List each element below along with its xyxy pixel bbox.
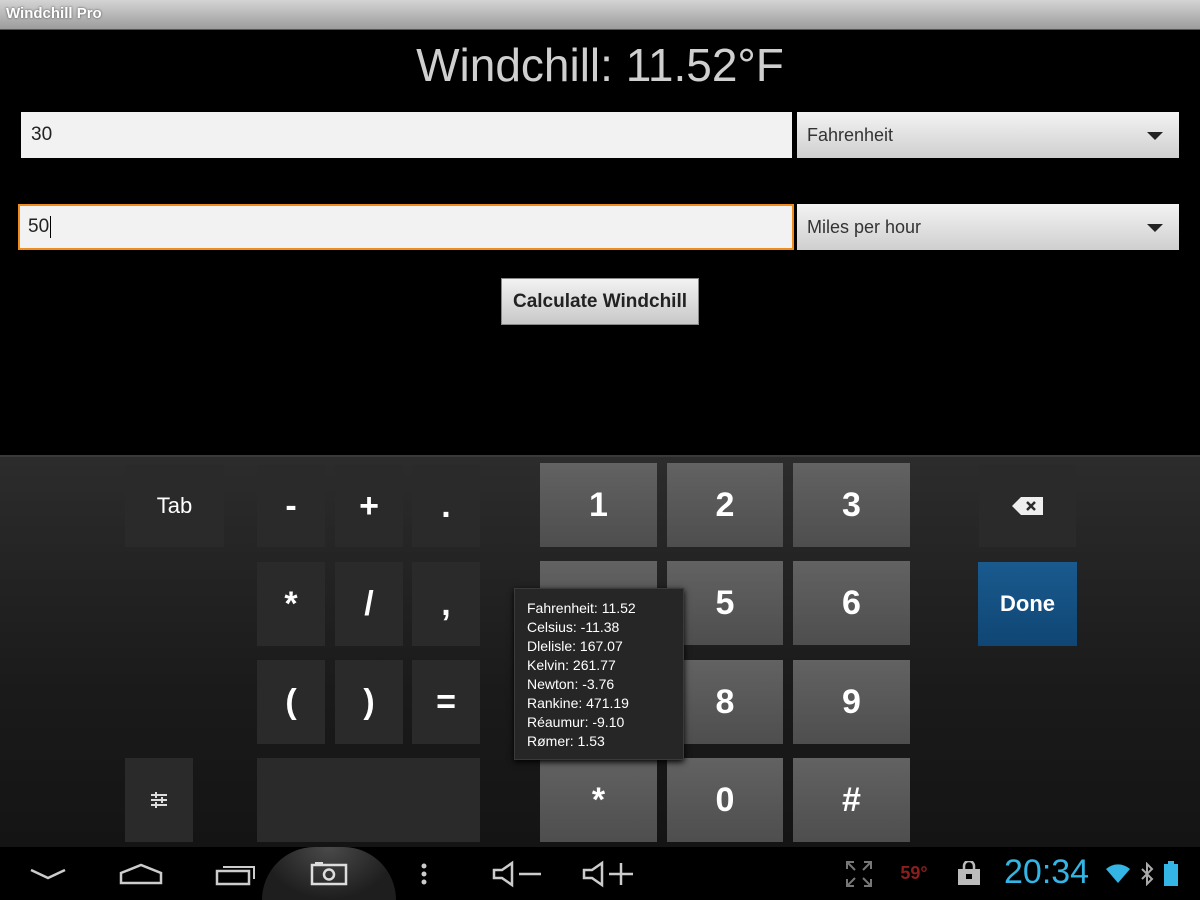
comma-key-label: , [441, 584, 451, 623]
tab-key[interactable]: Tab [125, 465, 224, 547]
digit-9-label: 9 [842, 682, 861, 721]
dot-key[interactable]: . [412, 465, 480, 547]
dropdown-arrow-icon [1147, 132, 1163, 140]
popup-line: Newton: -3.76 [527, 676, 615, 692]
volume-down-button[interactable] [488, 847, 546, 900]
multiply-key[interactable]: * [257, 562, 325, 646]
hash-key-label: # [842, 780, 861, 819]
digit-6-key[interactable]: 6 [793, 561, 910, 645]
conversion-popup: Fahrenheit: 11.52 Celsius: -11.38 Dlelis… [514, 588, 684, 760]
comma-key[interactable]: , [412, 562, 480, 646]
left-paren-key[interactable]: ( [257, 660, 325, 744]
backspace-key[interactable] [979, 465, 1076, 547]
menu-icon [421, 863, 427, 884]
equals-key-label: = [436, 682, 456, 721]
popup-line: Celsius: -11.38 [527, 619, 620, 635]
battery-status [1160, 847, 1182, 900]
volume-down-icon [492, 860, 541, 887]
digit-0-key[interactable]: 0 [667, 758, 783, 842]
text-caret [50, 216, 52, 238]
temperature-unit-select[interactable]: Fahrenheit [797, 112, 1179, 158]
popup-line: Rankine: 471.19 [527, 695, 629, 711]
digit-3-label: 3 [842, 485, 861, 524]
popup-line: Dlelisle: 167.07 [527, 638, 623, 654]
temperature-input[interactable]: 30 [21, 112, 792, 158]
bluetooth-icon [1141, 861, 1154, 886]
plus-key[interactable]: + [335, 465, 403, 547]
digit-6-label: 6 [842, 583, 861, 622]
digit-0-label: 0 [715, 780, 735, 819]
title-bar: Windchill Pro [0, 0, 1200, 30]
fullscreen-icon [846, 860, 872, 887]
menu-button[interactable] [412, 847, 436, 900]
volume-up-icon [582, 860, 633, 887]
left-paren-key-label: ( [285, 682, 297, 721]
dot-key-label: . [441, 486, 451, 525]
wind-speed-input[interactable]: 50 [18, 204, 794, 250]
wind-unit-select[interactable]: Miles per hour [797, 204, 1179, 250]
digit-3-key[interactable]: 3 [793, 463, 910, 547]
wind-unit-label: Miles per hour [807, 217, 922, 237]
popup-line: Rømer: 1.53 [527, 733, 605, 749]
volume-up-button[interactable] [578, 847, 638, 900]
done-key[interactable]: Done [978, 562, 1077, 646]
screenshot-button[interactable] [262, 847, 396, 900]
done-key-label: Done [1000, 591, 1055, 616]
battery-icon [1164, 860, 1178, 886]
multiply-key-label: * [284, 584, 298, 623]
shopping-bag-icon [958, 860, 980, 885]
right-paren-key-label: ) [363, 682, 375, 721]
hash-key[interactable]: # [793, 758, 910, 842]
minus-key[interactable]: - [257, 465, 325, 547]
digit-8-key[interactable]: 8 [667, 660, 783, 744]
digit-5-label: 5 [715, 583, 735, 622]
plus-key-label: + [359, 486, 379, 525]
right-paren-key[interactable]: ) [335, 660, 403, 744]
popup-line: Réaumur: -9.10 [527, 714, 625, 730]
backspace-icon [1011, 497, 1043, 515]
calculate-windchill-button[interactable]: Calculate Windchill [501, 278, 699, 325]
digit-2-key[interactable]: 2 [667, 463, 783, 547]
status-clock: 20:34 [1004, 853, 1090, 891]
digit-9-key[interactable]: 9 [793, 660, 910, 744]
keyboard-settings-key[interactable] [125, 758, 193, 842]
windchill-result: Windchill: 11.52°F [416, 39, 784, 91]
home-icon [119, 863, 163, 884]
temperature-value: 30 [31, 124, 53, 145]
star-key-label: * [591, 780, 606, 819]
wind-speed-value: 50 [28, 216, 50, 238]
wifi-status [1104, 847, 1132, 900]
star-key[interactable]: * [540, 758, 657, 842]
space-key[interactable] [257, 758, 480, 842]
digit-8-label: 8 [715, 682, 735, 721]
back-button[interactable] [22, 847, 74, 900]
digit-5-key[interactable]: 5 [667, 561, 783, 645]
temperature-unit-label: Fahrenheit [807, 125, 894, 145]
minus-key-label: - [285, 486, 297, 525]
home-button[interactable] [112, 847, 170, 900]
digit-2-label: 2 [715, 485, 735, 524]
back-icon [30, 868, 66, 879]
popup-line: Kelvin: 261.77 [527, 657, 616, 673]
tab-key-label: Tab [156, 493, 193, 518]
dropdown-arrow-icon [1147, 224, 1163, 232]
equals-key[interactable]: = [412, 660, 480, 744]
temperature-badge: 59° [900, 863, 928, 883]
settings-icon [151, 792, 167, 808]
window-title: Windchill Pro [6, 5, 102, 22]
recent-apps-icon [215, 865, 255, 885]
bluetooth-status [1138, 847, 1156, 900]
recent-apps-button[interactable] [210, 847, 262, 900]
divide-key-label: / [364, 584, 374, 623]
digit-1-label: 1 [589, 485, 608, 524]
digit-1-key[interactable]: 1 [540, 463, 657, 547]
screenshot-icon [310, 861, 348, 885]
wifi-icon [1106, 863, 1130, 883]
shopping-bag-button[interactable] [954, 847, 984, 900]
fullscreen-button[interactable] [842, 847, 876, 900]
divide-key[interactable]: / [335, 562, 403, 646]
popup-line: Fahrenheit: 11.52 [527, 600, 636, 616]
